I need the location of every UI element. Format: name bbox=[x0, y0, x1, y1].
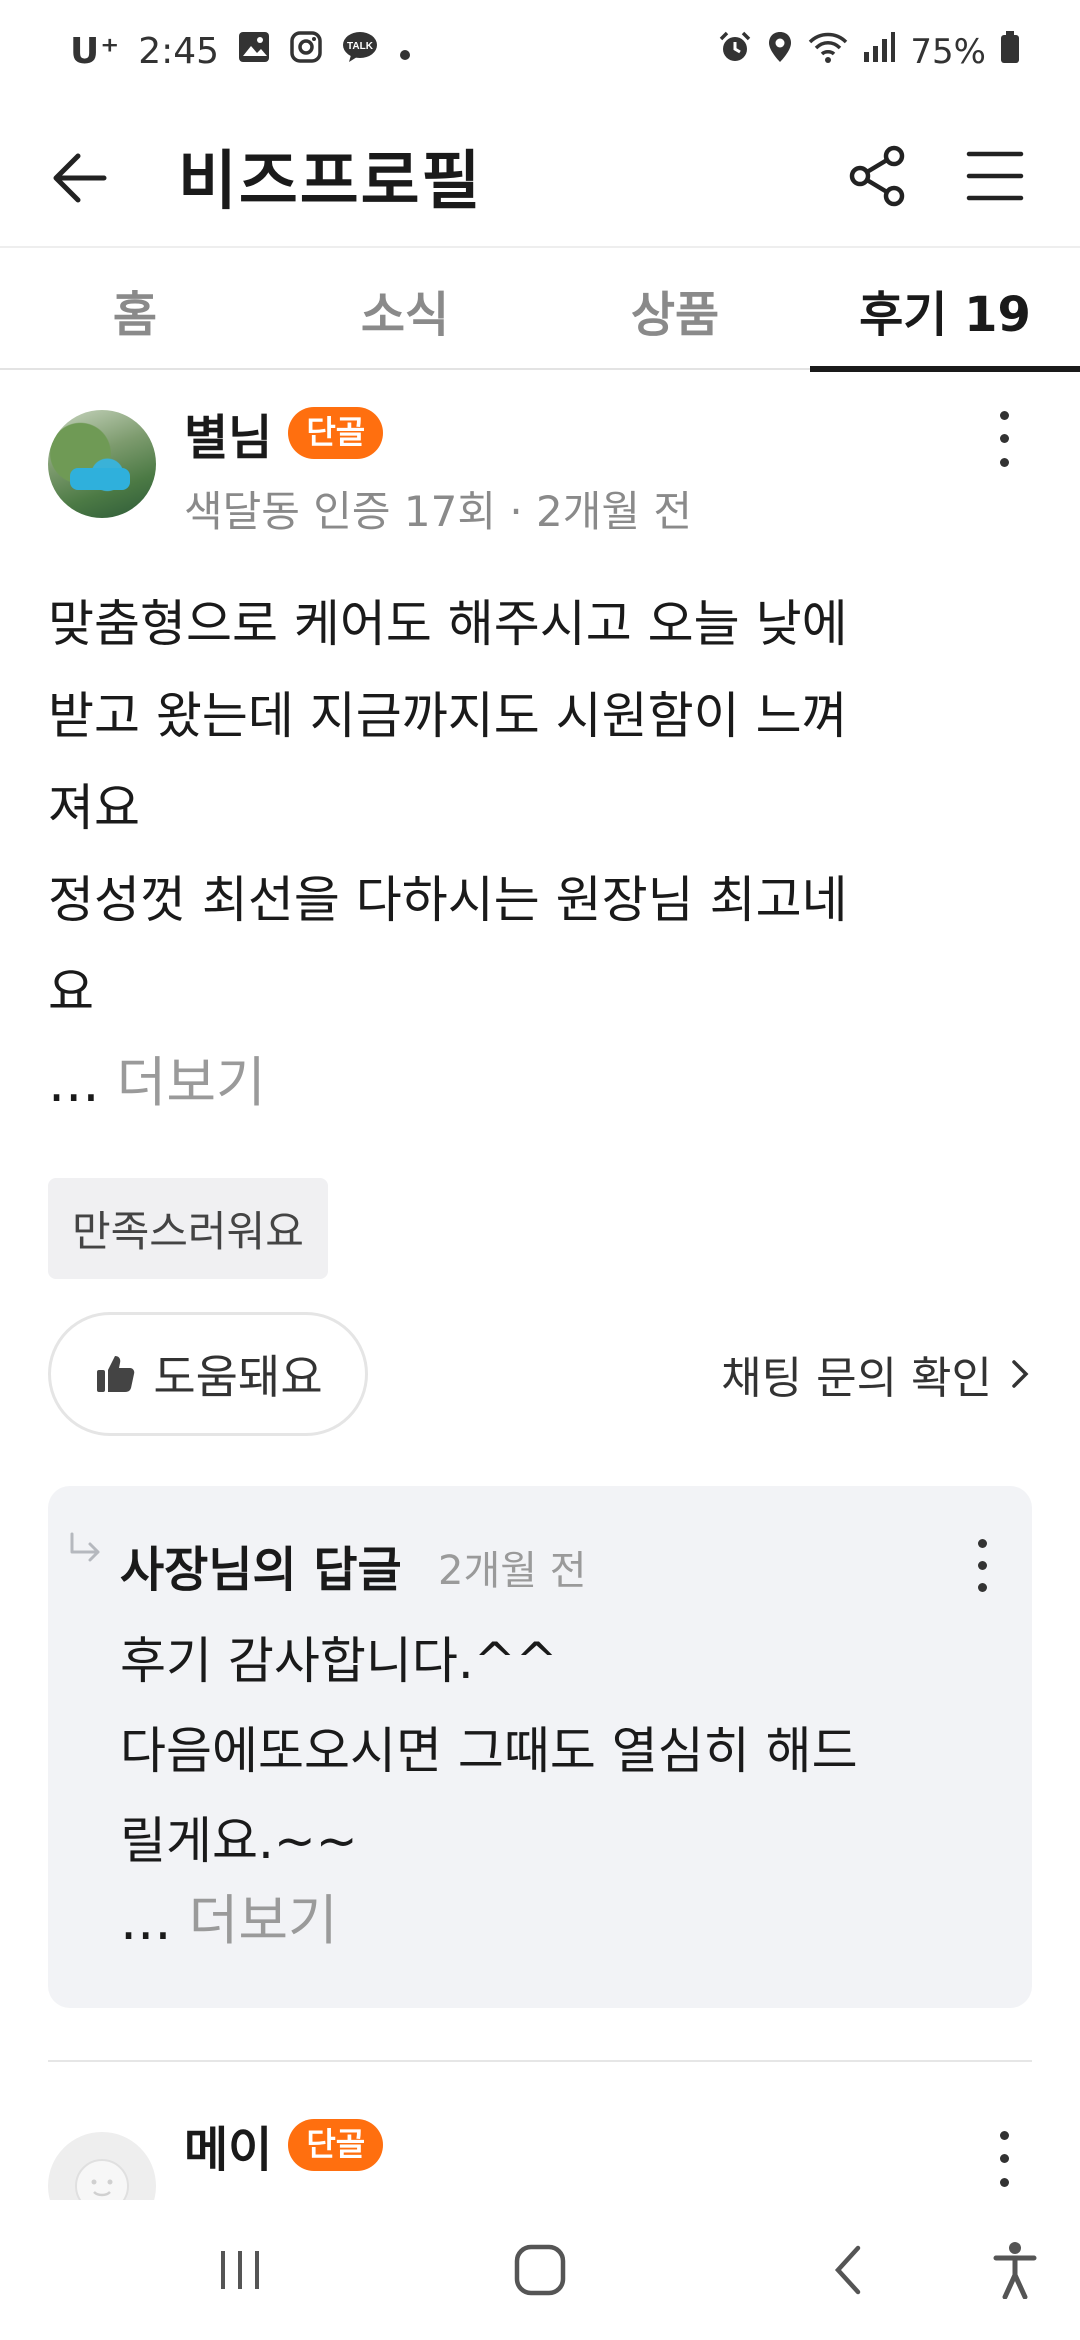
regular-badge: 단골 bbox=[288, 407, 384, 459]
tab-home[interactable]: 홈 bbox=[0, 250, 270, 370]
status-bar-left: U⁺ 2:45 TALK bbox=[70, 30, 413, 73]
avatar-photo-detail bbox=[70, 468, 130, 490]
reviewer-header: 메이 단골 bbox=[184, 2110, 384, 2180]
recent-apps-button[interactable] bbox=[200, 2240, 280, 2300]
ellipsis-text: ... bbox=[120, 1889, 189, 1952]
reviewer-name[interactable]: 별님 bbox=[184, 398, 272, 468]
kebab-dot-icon bbox=[999, 2154, 1009, 2164]
battery-icon bbox=[1000, 30, 1020, 73]
carrier-label: U⁺ bbox=[70, 31, 121, 72]
svg-text:TALK: TALK bbox=[347, 41, 374, 52]
signal-icon bbox=[862, 30, 896, 73]
regular-badge: 단골 bbox=[288, 2119, 384, 2171]
chevron-right-icon bbox=[1012, 1360, 1029, 1388]
see-more-label: 더보기 bbox=[188, 1889, 338, 1952]
accessibility-icon bbox=[993, 2242, 1037, 2299]
reply-more-options-button[interactable] bbox=[962, 1532, 1002, 1598]
page-title: 비즈프로필 bbox=[178, 145, 483, 219]
reply-arrow-icon bbox=[66, 1532, 106, 1576]
reviewer-name[interactable]: 메이 bbox=[184, 2110, 272, 2180]
kebab-dot-icon bbox=[999, 411, 1009, 421]
ellipsis-text: ... bbox=[48, 1051, 117, 1114]
review-more-options-button[interactable] bbox=[984, 2124, 1024, 2194]
alarm-icon bbox=[718, 30, 752, 73]
status-bar: U⁺ 2:45 TALK 75% bbox=[0, 0, 1080, 108]
back-button[interactable] bbox=[40, 138, 120, 218]
hamburger-menu-icon bbox=[966, 151, 1024, 201]
kebab-dot-icon bbox=[977, 1560, 987, 1570]
share-button[interactable] bbox=[838, 136, 918, 216]
review-tag: 만족스러워요 bbox=[48, 1178, 328, 1279]
owner-reply-title: 사장님의 답글 bbox=[120, 1542, 402, 1598]
kebab-dot-icon bbox=[999, 2177, 1009, 2187]
location-icon bbox=[766, 30, 794, 73]
helpful-button[interactable]: 도움돼요 bbox=[48, 1312, 368, 1436]
chat-inquiry-label: 채팅 문의 확인 bbox=[721, 1353, 992, 1404]
review-text: 맞춤형으로 케어도 해주시고 오늘 낮에 받고 왔는데 지금까지도 시원함이 느… bbox=[48, 595, 848, 1021]
tab-reviews[interactable]: 후기 19 bbox=[810, 250, 1080, 372]
kebab-dot-icon bbox=[999, 457, 1009, 467]
review-see-more[interactable]: ... 더보기 bbox=[48, 1038, 266, 1117]
menu-button[interactable] bbox=[955, 136, 1035, 216]
instagram-icon bbox=[289, 30, 323, 73]
home-icon bbox=[514, 2244, 566, 2296]
tab-products[interactable]: 상품 bbox=[540, 250, 810, 370]
system-back-button[interactable] bbox=[808, 2240, 888, 2300]
kebab-dot-icon bbox=[977, 1582, 987, 1592]
chevron-left-icon bbox=[834, 2245, 861, 2295]
system-navigation-bar bbox=[0, 2200, 1080, 2340]
gallery-icon bbox=[237, 30, 271, 73]
share-icon bbox=[849, 145, 905, 207]
avatar[interactable] bbox=[48, 410, 156, 518]
review-more-options-button[interactable] bbox=[984, 404, 1024, 474]
kakaotalk-icon: TALK bbox=[341, 30, 379, 73]
thumbs-up-icon bbox=[97, 1356, 135, 1392]
reviewer-meta: 색달동 인증 17회 · 2개월 전 bbox=[184, 487, 693, 536]
kebab-dot-icon bbox=[977, 1538, 987, 1548]
reply-see-more[interactable]: ... 더보기 bbox=[120, 1876, 338, 1955]
kebab-dot-icon bbox=[999, 434, 1009, 444]
battery-percent: 75% bbox=[910, 31, 986, 72]
wifi-icon bbox=[808, 30, 848, 73]
status-bar-right: 75% bbox=[718, 30, 1020, 73]
chat-inquiry-link[interactable]: 채팅 문의 확인 bbox=[721, 1342, 1032, 1406]
home-button[interactable] bbox=[500, 2240, 580, 2300]
tab-news[interactable]: 소식 bbox=[270, 250, 540, 370]
app-bar: 비즈프로필 bbox=[0, 108, 1080, 248]
tab-bar: 홈 소식 상품 후기 19 bbox=[0, 250, 1080, 372]
see-more-label: 더보기 bbox=[116, 1051, 266, 1114]
owner-reply-text: 후기 감사합니다.^^ 다음에또오시면 그때도 열심히 해드 릴게요.~~ bbox=[120, 1632, 858, 1870]
recent-apps-icon bbox=[221, 2251, 259, 2289]
reviewer-header: 별님 단골 bbox=[184, 398, 384, 468]
clock: 2:45 bbox=[138, 31, 220, 72]
accessibility-button[interactable] bbox=[975, 2240, 1055, 2300]
helpful-label: 도움돼요 bbox=[153, 1350, 323, 1404]
owner-reply: 사장님의 답글 2개월 전 후기 감사합니다.^^ 다음에또오시면 그때도 열심… bbox=[48, 1486, 1032, 2008]
review-divider bbox=[48, 2060, 1032, 2062]
owner-reply-time: 2개월 전 bbox=[438, 1548, 587, 1594]
kebab-dot-icon bbox=[999, 2131, 1009, 2141]
back-arrow-icon bbox=[53, 153, 107, 203]
dot-icon bbox=[397, 31, 413, 72]
